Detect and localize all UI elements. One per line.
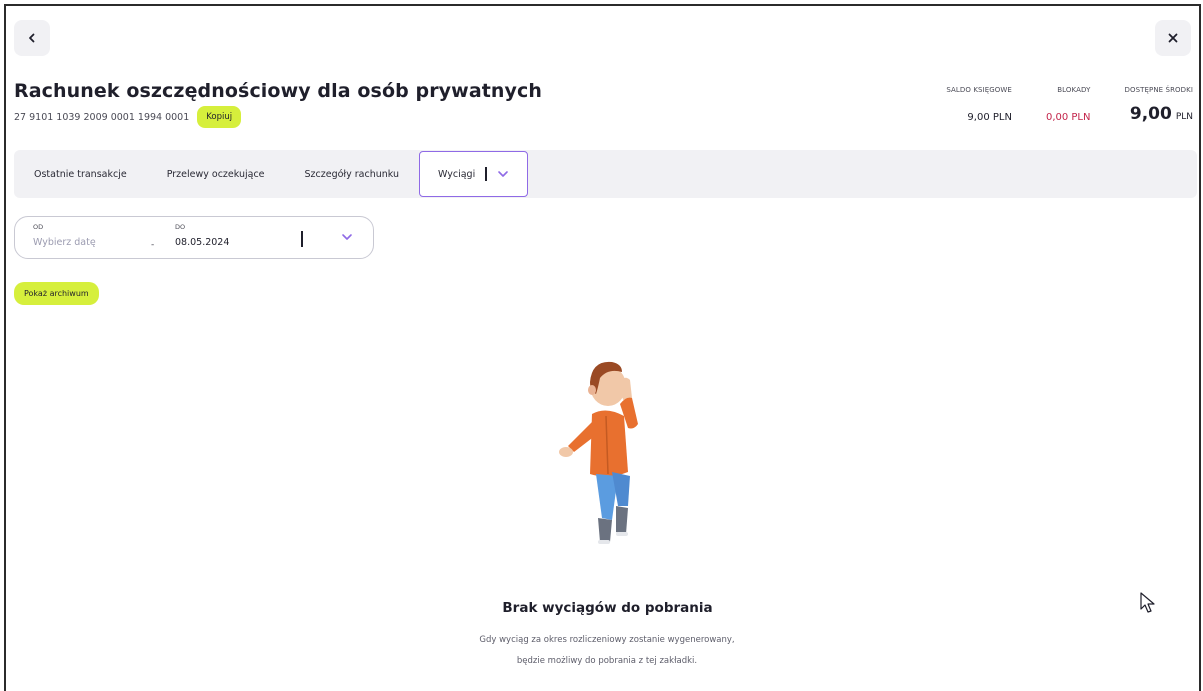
mouse-pointer-icon [1140,592,1155,613]
chevron-down-icon[interactable] [341,233,353,241]
show-archive-button[interactable]: Pokaż archiwum [14,282,99,305]
jumping-person-illustration [559,361,638,544]
tab-statements-label: Wyciągi [438,168,476,180]
book-balance-label: SALDO KSIĘGOWE [946,86,1012,94]
empty-state-title: Brak wyciągów do pobrania [502,600,713,616]
account-row: 27 9101 1039 2009 0001 1994 0001 Kopiuj [14,106,242,128]
account-number: 27 9101 1039 2009 0001 1994 0001 [14,111,190,123]
date-to-field[interactable]: DO 08.05.2024 [175,223,229,248]
tab-pending-transfers[interactable]: Przelewy oczekujące [147,150,285,198]
close-icon [1168,33,1178,43]
tab-separator [485,167,487,181]
chevron-left-icon [29,33,35,43]
tab-statements[interactable]: Wyciągi [419,151,528,197]
book-balance-value: 9,00 PLN [967,112,1012,123]
chevron-down-icon [497,171,508,177]
date-range-dash: - [151,240,155,250]
available-funds: DOSTĘPNE ŚRODKI 9,00 PLN [1124,86,1193,124]
close-button[interactable] [1155,20,1191,56]
copy-button[interactable]: Kopiuj [197,106,242,128]
date-from-label: OD [33,223,44,231]
text-caret [301,231,303,247]
available-funds-amount: 9,00 [1129,104,1172,124]
available-funds-label: DOSTĘPNE ŚRODKI [1124,86,1193,94]
date-to-value: 08.05.2024 [175,237,230,248]
blocks-value: 0,00 PLN [1045,112,1091,123]
date-from-placeholder: Wybierz datę [33,237,96,248]
date-range-picker[interactable]: OD Wybierz datę - DO 08.05.2024 [14,216,374,259]
blocks-label: BLOKADY [1057,86,1091,94]
back-button[interactable] [14,20,50,56]
balances: SALDO KSIĘGOWE 9,00 PLN BLOKADY 0,00 PLN… [946,86,1193,124]
blocks: BLOKADY 0,00 PLN [1046,86,1091,123]
empty-state-description: Gdy wyciąg za okres rozliczeniowy zostan… [479,635,735,666]
available-funds-value: 9,00 PLN [1130,104,1193,124]
tab-account-details[interactable]: Szczegóły rachunku [285,150,420,198]
tab-recent-transactions[interactable]: Ostatnie transakcje [14,150,147,198]
book-balance: SALDO KSIĘGOWE 9,00 PLN [946,86,1012,123]
app-window: Rachunek oszczędnościowy dla osób prywat… [4,4,1201,691]
available-funds-currency: PLN [1175,112,1193,122]
date-from-field[interactable]: OD Wybierz datę [33,223,96,248]
tab-bar: Ostatnie transakcje Przelewy oczekujące … [14,150,1197,198]
date-to-label: DO [175,223,186,231]
page-title: Rachunek oszczędnościowy dla osób prywat… [14,80,543,102]
